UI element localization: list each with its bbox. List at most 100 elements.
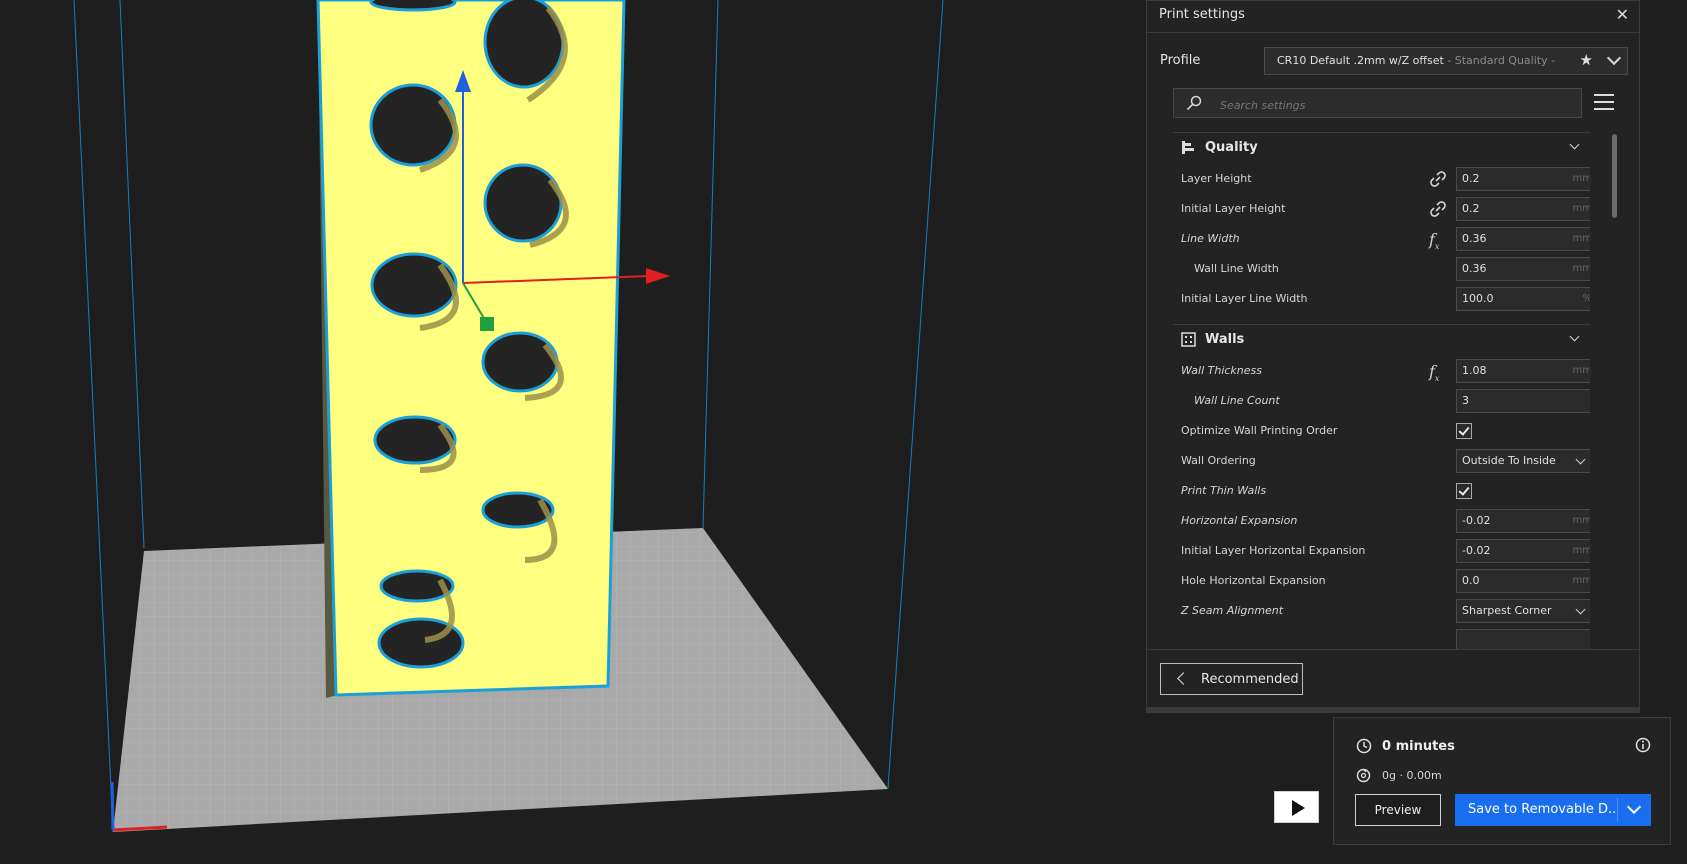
panel-header: Print settings ✕ xyxy=(1147,1,1639,33)
chevron-down-icon[interactable] xyxy=(1626,799,1642,815)
setting-unit: mm xyxy=(1572,263,1590,274)
print-time: 0 minutes xyxy=(1382,739,1455,754)
panel-resize-handle[interactable] xyxy=(1147,707,1639,713)
material-usage: 0g · 0.00m xyxy=(1382,769,1442,782)
setting-label: Wall Line Count xyxy=(1194,394,1280,407)
setting-value: 0.2 xyxy=(1462,172,1480,185)
function-icon[interactable]: fx xyxy=(1429,230,1447,251)
setting-value: Outside To Inside xyxy=(1462,454,1556,467)
setting-initial-layer-height: Initial Layer Height 0.2 mm xyxy=(1173,193,1590,225)
search-input[interactable] xyxy=(1218,95,1562,115)
chevron-down-icon xyxy=(1569,331,1580,342)
setting-value: 0.36 xyxy=(1462,262,1487,275)
setting-initial-layer-horizontal-expansion: Initial Layer Horizontal Expansion -0.02… xyxy=(1173,535,1590,567)
preview-label: Preview xyxy=(1374,803,1422,817)
print-settings-panel: Print settings ✕ Profile CR10 Default .2… xyxy=(1146,0,1640,713)
setting-wall-ordering: Wall Ordering Outside To Inside xyxy=(1173,445,1590,477)
setting-label: Optimize Wall Printing Order xyxy=(1181,424,1338,437)
wall-thickness-input[interactable]: 1.08 mm xyxy=(1456,359,1590,383)
profile-label: Profile xyxy=(1160,53,1201,68)
category-walls[interactable]: Walls xyxy=(1173,324,1590,354)
line-width-input[interactable]: 0.36 mm xyxy=(1456,227,1590,251)
y-axis-handle[interactable] xyxy=(480,317,494,331)
chevron-down-icon xyxy=(1606,50,1622,66)
print-thin-walls-checkbox[interactable] xyxy=(1456,483,1472,499)
chevron-down-icon xyxy=(1575,454,1586,465)
3d-model[interactable] xyxy=(316,0,626,698)
setting-value: 1.08 xyxy=(1462,364,1487,377)
setting-label: Horizontal Expansion xyxy=(1181,514,1298,527)
initial-layer-height-input[interactable]: 0.2 mm xyxy=(1456,197,1590,221)
settings-menu-icon[interactable] xyxy=(1594,94,1614,112)
setting-label: Wall Thickness xyxy=(1181,364,1262,377)
wall-ordering-dropdown[interactable]: Outside To Inside xyxy=(1456,449,1590,473)
save-label: Save to Removable D... xyxy=(1468,802,1618,817)
link-icon[interactable] xyxy=(1429,200,1447,218)
setting-unit: % xyxy=(1582,293,1590,304)
setting-unit: mm xyxy=(1572,515,1590,526)
wall-line-count-input[interactable]: 3 xyxy=(1456,389,1590,413)
recommended-label: Recommended xyxy=(1201,672,1299,687)
setting-unit: mm xyxy=(1572,575,1590,586)
panel-title: Print settings xyxy=(1159,7,1245,22)
quality-icon xyxy=(1182,141,1194,154)
setting-unit: mm xyxy=(1572,545,1590,556)
category-label: Quality xyxy=(1205,140,1258,155)
setting-wall-line-count: Wall Line Count 3 xyxy=(1173,385,1590,417)
function-icon[interactable]: fx xyxy=(1429,362,1447,383)
link-icon[interactable] xyxy=(1429,170,1447,188)
initial-layer-line-width-input[interactable]: 100.0 % xyxy=(1456,287,1590,311)
setting-line-width: Line Width fx 0.36 mm xyxy=(1173,223,1590,255)
setting-value: 0.2 xyxy=(1462,202,1480,215)
spool-icon xyxy=(1356,768,1371,783)
profile-dropdown[interactable]: CR10 Default .2mm w/Z offset - Standard … xyxy=(1264,47,1628,75)
setting-value: Sharpest Corner xyxy=(1462,604,1552,617)
setting-label: Line Width xyxy=(1181,232,1240,245)
setting-print-thin-walls: Print Thin Walls xyxy=(1173,475,1590,507)
setting-label: Initial Layer Line Width xyxy=(1181,292,1308,305)
profile-name: CR10 Default .2mm w/Z offset xyxy=(1277,54,1444,67)
category-label: Walls xyxy=(1205,332,1245,347)
clock-icon xyxy=(1356,738,1372,754)
divider xyxy=(1617,798,1618,822)
hole-horizontal-expansion-input[interactable]: 0.0 mm xyxy=(1456,569,1590,593)
horizontal-expansion-input[interactable]: -0.02 mm xyxy=(1456,509,1590,533)
setting-unit: mm xyxy=(1572,173,1590,184)
search-icon xyxy=(1186,95,1202,111)
wall-line-width-input[interactable]: 0.36 mm xyxy=(1456,257,1590,281)
profile-quality: - Standard Quality - 0.2... xyxy=(1447,54,1557,67)
chevron-left-icon xyxy=(1177,672,1190,685)
setting-value: 0.0 xyxy=(1462,574,1480,587)
setting-wall-thickness: Wall Thickness fx 1.08 mm xyxy=(1173,355,1590,387)
star-icon[interactable]: ★ xyxy=(1580,51,1593,69)
setting-unit: mm xyxy=(1572,365,1590,376)
chevron-down-icon xyxy=(1575,604,1586,615)
category-quality[interactable]: Quality xyxy=(1173,132,1590,162)
x-axis-handle[interactable] xyxy=(646,268,670,284)
next-setting-input[interactable] xyxy=(1456,629,1590,649)
walls-icon xyxy=(1181,332,1196,347)
setting-horizontal-expansion: Horizontal Expansion -0.02 mm xyxy=(1173,505,1590,537)
z-seam-alignment-dropdown[interactable]: Sharpest Corner xyxy=(1456,599,1590,623)
setting-label: Print Thin Walls xyxy=(1181,484,1267,497)
search-box[interactable] xyxy=(1173,88,1582,118)
close-icon[interactable]: ✕ xyxy=(1616,5,1629,24)
chevron-down-icon xyxy=(1569,139,1580,150)
setting-unit: mm xyxy=(1572,233,1590,244)
setting-unit: mm xyxy=(1572,203,1590,214)
save-to-removable-drive-button[interactable]: Save to Removable D... xyxy=(1455,794,1651,826)
play-button[interactable] xyxy=(1274,791,1319,823)
divider xyxy=(1147,649,1639,650)
scrollbar[interactable] xyxy=(1612,134,1617,218)
setting-value: 3 xyxy=(1462,394,1469,407)
setting-label: Initial Layer Horizontal Expansion xyxy=(1181,544,1366,557)
preview-button[interactable]: Preview xyxy=(1355,794,1441,826)
setting-wall-line-width: Wall Line Width 0.36 mm xyxy=(1173,253,1590,285)
info-icon[interactable] xyxy=(1635,737,1651,753)
setting-optimize-wall-order: Optimize Wall Printing Order xyxy=(1173,415,1590,447)
initial-layer-horizontal-expansion-input[interactable]: -0.02 mm xyxy=(1456,539,1590,563)
recommended-button[interactable]: Recommended xyxy=(1160,663,1303,695)
setting-label: Initial Layer Height xyxy=(1181,202,1286,215)
optimize-wall-order-checkbox[interactable] xyxy=(1456,423,1472,439)
layer-height-input[interactable]: 0.2 mm xyxy=(1456,167,1590,191)
